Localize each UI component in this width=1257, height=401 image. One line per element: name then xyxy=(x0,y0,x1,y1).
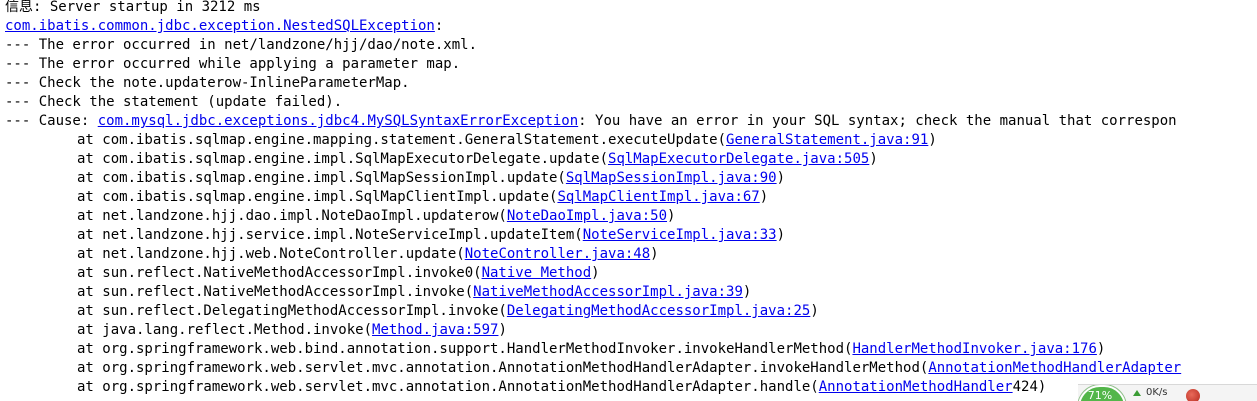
stack-text: at com.ibatis.sqlmap.engine.mapping.stat… xyxy=(77,132,727,148)
usage-percent: 71% xyxy=(1087,389,1113,401)
stack-text: at org.springframework.web.servlet.mvc.a… xyxy=(77,379,819,395)
stack-line: at com.ibatis.sqlmap.engine.impl.SqlMapC… xyxy=(5,188,1257,207)
stack-text: at org.springframework.web.bind.annotati… xyxy=(77,341,853,357)
stack-text: at sun.reflect.NativeMethodAccessorImpl.… xyxy=(77,284,474,300)
stack-text: ) xyxy=(869,151,878,167)
stack-text: ) xyxy=(776,227,786,243)
stack-source-link[interactable]: NoteServiceImpl.java:33 xyxy=(583,227,777,243)
stack-text: at net.landzone.hjj.dao.impl.NoteDaoImpl… xyxy=(77,208,507,224)
stack-source-link[interactable]: Method.java:597 xyxy=(372,322,498,338)
stack-line: at sun.reflect.NativeMethodAccessorImpl.… xyxy=(5,283,1257,302)
stack-line: at org.springframework.web.servlet.mvc.a… xyxy=(5,359,1257,378)
stack-text: at java.lang.reflect.Method.invoke( xyxy=(77,322,373,338)
stack-text: at sun.reflect.NativeMethodAccessorImpl.… xyxy=(77,265,482,281)
stack-text: ) xyxy=(667,208,676,224)
stack-text: at com.ibatis.sqlmap.engine.impl.SqlMapC… xyxy=(77,189,558,205)
console-line: --- Cause: com.mysql.jdbc.exceptions.jdb… xyxy=(5,112,1257,131)
console-line: --- The error occurred while applying a … xyxy=(5,56,461,72)
upload-arrow-icon xyxy=(1133,390,1141,396)
stack-source-link[interactable]: NativeMethodAccessorImpl.java:39 xyxy=(473,284,743,300)
stack-source-link[interactable]: NoteController.java:48 xyxy=(465,246,650,262)
console-line: 信息: Server startup in 3212 ms xyxy=(5,0,261,15)
console-line: --- The error occurred in net/landzone/h… xyxy=(5,37,478,53)
stack-source-link[interactable]: SqlMapClientImpl.java:67 xyxy=(557,189,759,205)
stack-source-link[interactable]: SqlMapSessionImpl.java:90 xyxy=(566,170,777,186)
stack-text: ) xyxy=(498,322,507,338)
exception-class-link[interactable]: com.ibatis.common.jdbc.exception.NestedS… xyxy=(5,18,435,34)
stack-source-link[interactable]: SqlMapExecutorDelegate.java:505 xyxy=(608,151,869,167)
stack-text: at com.ibatis.sqlmap.engine.impl.SqlMapS… xyxy=(77,170,566,186)
stack-line: at com.ibatis.sqlmap.engine.mapping.stat… xyxy=(5,131,1257,150)
stack-text: at sun.reflect.DelegatingMethodAccessorI… xyxy=(77,303,507,319)
stack-line: at net.landzone.hjj.web.NoteController.u… xyxy=(5,245,1257,264)
stack-line: at net.landzone.hjj.service.impl.NoteSer… xyxy=(5,226,1257,245)
stack-line: at java.lang.reflect.Method.invoke(Metho… xyxy=(5,321,1257,340)
stack-line: at com.ibatis.sqlmap.engine.impl.SqlMapS… xyxy=(5,169,1257,188)
network-speed: 0K/s xyxy=(1146,387,1168,398)
stack-line: at org.springframework.web.bind.annotati… xyxy=(5,340,1257,359)
stack-source-link[interactable]: DelegatingMethodAccessorImpl.java:25 xyxy=(507,303,810,319)
stack-source-link[interactable]: GeneralStatement.java:91 xyxy=(726,132,928,148)
stack-text: ) xyxy=(776,170,786,186)
stack-text: at com.ibatis.sqlmap.engine.impl.SqlMapE… xyxy=(77,151,609,167)
stack-source-link[interactable]: NoteDaoImpl.java:50 xyxy=(507,208,667,224)
stack-line: at org.springframework.web.servlet.mvc.a… xyxy=(5,378,1257,397)
console-text: --- Cause: xyxy=(5,113,98,129)
stack-source-link[interactable]: Native Method xyxy=(482,265,592,281)
console-text: : xyxy=(434,18,444,34)
console-line: --- Check the statement (update failed). xyxy=(5,94,343,110)
stack-text: ) xyxy=(810,303,819,319)
stack-text: ) xyxy=(591,265,600,281)
stack-line: at net.landzone.hjj.dao.impl.NoteDaoImpl… xyxy=(5,207,1257,226)
stack-text: ) xyxy=(1096,341,1106,357)
stack-text: at org.springframework.web.servlet.mvc.a… xyxy=(77,360,929,376)
stack-line: at com.ibatis.sqlmap.engine.impl.SqlMapE… xyxy=(5,150,1257,169)
console-line: com.ibatis.common.jdbc.exception.NestedS… xyxy=(5,17,1257,36)
stack-text: ) xyxy=(742,284,752,300)
stack-text: ) xyxy=(928,132,937,148)
stack-text: 424) xyxy=(1012,379,1047,395)
stack-text: at net.landzone.hjj.web.NoteController.u… xyxy=(77,246,465,262)
stack-source-link[interactable]: AnnotationMethodHandler xyxy=(819,379,1013,395)
stack-source-link[interactable]: HandlerMethodInvoker.java:176 xyxy=(852,341,1096,357)
stack-text: ) xyxy=(650,246,659,262)
stack-line: at sun.reflect.NativeMethodAccessorImpl.… xyxy=(5,264,1257,283)
stack-line: at sun.reflect.DelegatingMethodAccessorI… xyxy=(5,302,1257,321)
stack-text: ) xyxy=(759,189,769,205)
stack-source-link[interactable]: AnnotationMethodHandlerAdapter xyxy=(928,360,1181,376)
stack-text: at net.landzone.hjj.service.impl.NoteSer… xyxy=(77,227,583,243)
accelerator-ball-icon[interactable] xyxy=(1186,389,1200,401)
console-line: --- Check the note.updaterow-InlineParam… xyxy=(5,75,410,91)
network-monitor-widget[interactable]: 71% 0K/s xyxy=(1078,384,1257,401)
cause-class-link[interactable]: com.mysql.jdbc.exceptions.jdbc4.MySQLSyn… xyxy=(98,113,578,129)
console-output: 信息: Server startup in 3212 ms com.ibatis… xyxy=(5,0,1257,397)
console-text: : You have an error in your SQL syntax; … xyxy=(578,113,1177,129)
